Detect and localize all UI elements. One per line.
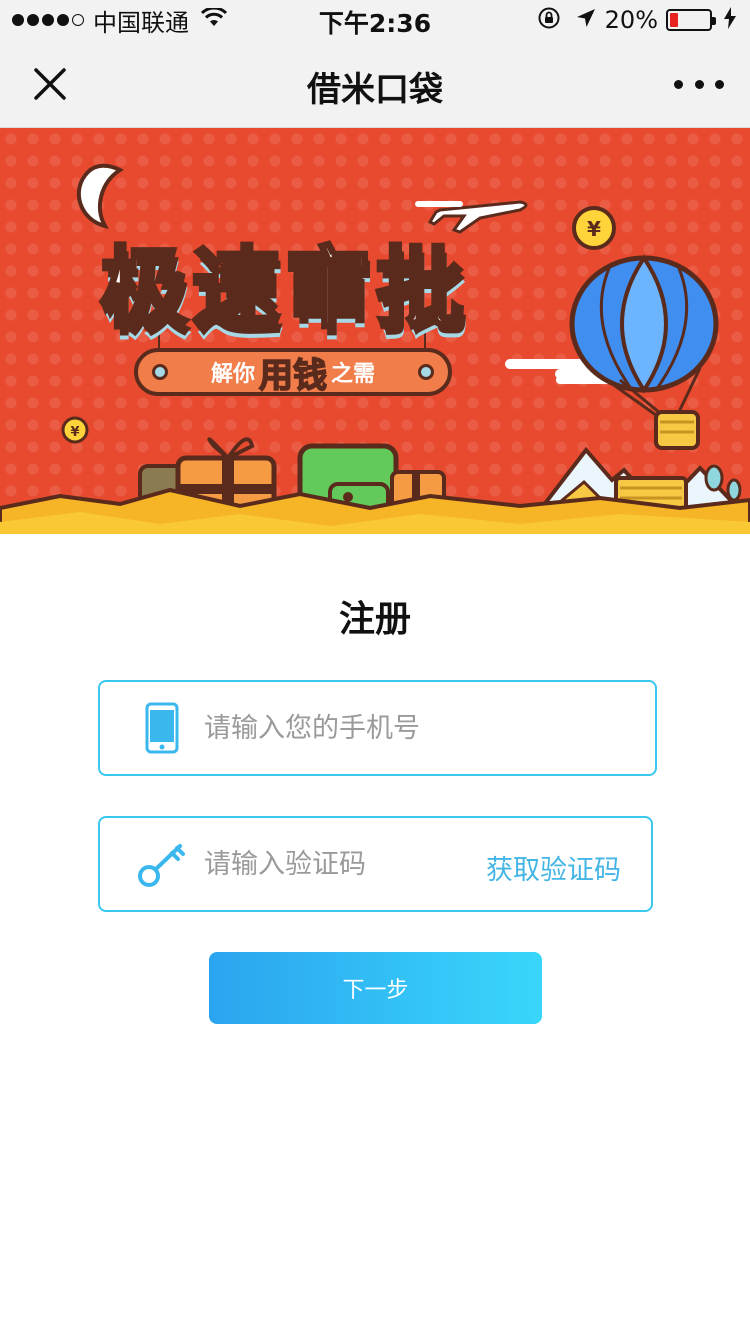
svg-text:¥: ¥ bbox=[587, 217, 601, 241]
more-button[interactable] bbox=[674, 70, 724, 98]
banner-subtitle-highlight: 用钱 bbox=[258, 355, 328, 397]
more-icon-dot bbox=[694, 79, 704, 89]
banner-subtitle-post: 之需 bbox=[331, 362, 376, 387]
banner-title-wrap: 极速审批 bbox=[98, 218, 469, 345]
form-title: 注册 bbox=[338, 599, 411, 640]
page-title: 借米口袋 bbox=[307, 70, 443, 110]
more-icon-dot bbox=[715, 79, 724, 89]
more-icon-dot bbox=[674, 79, 683, 89]
promo-banner: ¥ ¥ 极速审批 解你 用钱 之需 bbox=[0, 128, 750, 534]
yen-coin-icon: ¥ bbox=[572, 206, 616, 250]
phone-icon bbox=[134, 700, 190, 756]
charging-icon bbox=[724, 7, 736, 33]
yen-coin-icon: ¥ bbox=[61, 416, 89, 444]
status-bar: 中国联通 下午2:36 20% bbox=[0, 0, 750, 40]
verification-code-input[interactable] bbox=[204, 834, 464, 894]
phone-field[interactable] bbox=[98, 680, 657, 776]
rivet bbox=[152, 364, 168, 380]
orientation-lock-icon bbox=[537, 6, 561, 34]
key-icon bbox=[134, 836, 190, 892]
banner-subtitle-pre: 解你 bbox=[210, 362, 255, 387]
verification-code-field[interactable]: 获取验证码 bbox=[98, 816, 653, 912]
balloon-icon bbox=[569, 254, 719, 450]
rivet bbox=[418, 364, 434, 380]
battery-percent: 20% bbox=[604, 6, 658, 34]
battery-icon bbox=[666, 9, 716, 31]
nav-bar: 借米口袋 bbox=[0, 40, 750, 128]
svg-text:¥: ¥ bbox=[70, 425, 79, 440]
banner-title: 极速审批 bbox=[98, 235, 469, 342]
banner-subtitle: 解你 用钱 之需 bbox=[134, 348, 452, 396]
status-right: 20% bbox=[537, 6, 736, 34]
location-icon bbox=[575, 7, 597, 33]
next-step-button[interactable]: 下一步 bbox=[209, 952, 542, 1024]
battery-fill bbox=[670, 13, 678, 27]
phone-input[interactable] bbox=[204, 698, 604, 758]
get-code-button[interactable]: 获取验证码 bbox=[486, 848, 621, 887]
